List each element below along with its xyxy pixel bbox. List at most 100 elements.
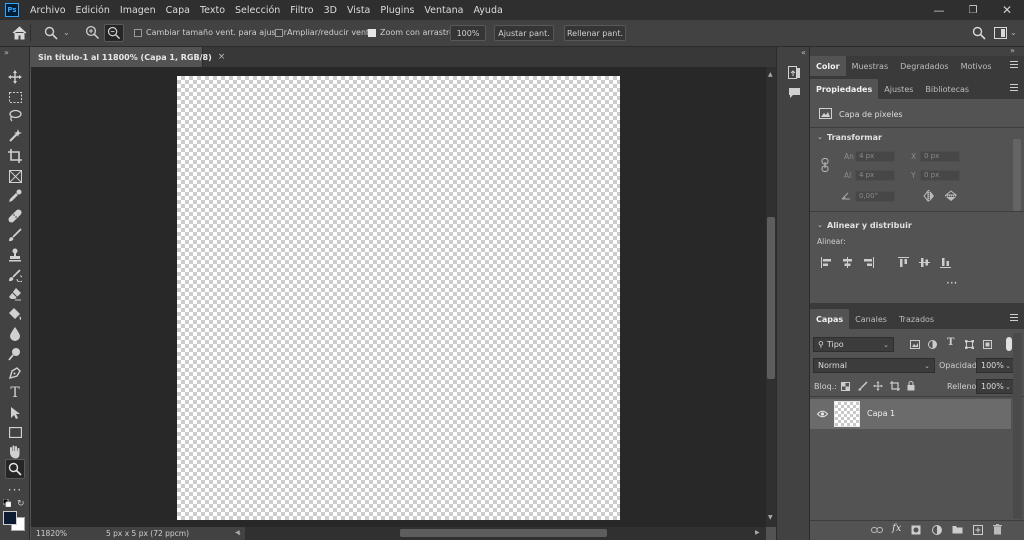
menu-vista[interactable]: Vista bbox=[342, 5, 375, 16]
foreground-color-swatch[interactable] bbox=[3, 511, 17, 525]
menu-edicion[interactable]: Edición bbox=[71, 5, 115, 16]
scrubby-zoom-checkbox[interactable] bbox=[368, 29, 376, 37]
minimize-window-button[interactable]: — bbox=[922, 0, 956, 20]
scroll-up-icon[interactable]: ▲ bbox=[768, 71, 773, 78]
align-bottom-icon[interactable] bbox=[940, 257, 951, 268]
angle-field[interactable]: 0,00° bbox=[855, 191, 895, 202]
blur-tool-icon[interactable] bbox=[5, 325, 25, 343]
flip-vertical-icon[interactable] bbox=[945, 190, 957, 202]
menu-ayuda[interactable]: Ayuda bbox=[468, 5, 507, 16]
align-center-vertical-icon[interactable] bbox=[919, 257, 930, 268]
layer-name[interactable]: Capa 1 bbox=[867, 409, 895, 418]
filter-type-icon[interactable]: T bbox=[947, 337, 954, 348]
menu-filtro[interactable]: Filtro bbox=[285, 5, 318, 16]
chevron-down-icon[interactable]: ⌄ bbox=[817, 221, 823, 229]
eyedropper-tool-icon[interactable] bbox=[5, 187, 25, 205]
default-colors-icon[interactable] bbox=[3, 499, 11, 507]
menu-capa[interactable]: Capa bbox=[161, 5, 195, 16]
tab-libraries[interactable]: Bibliotecas bbox=[919, 79, 975, 99]
lasso-tool-icon[interactable] bbox=[5, 107, 25, 125]
dodge-tool-icon[interactable] bbox=[5, 345, 25, 363]
fill-screen-button[interactable]: Rellenar pant. bbox=[564, 25, 626, 41]
zoom-out-button[interactable] bbox=[104, 24, 124, 42]
tab-adjustments[interactable]: Ajustes bbox=[878, 79, 919, 99]
more-tools-icon[interactable]: ··· bbox=[5, 481, 25, 499]
layers-menu-icon[interactable] bbox=[1010, 314, 1018, 323]
scroll-down-icon[interactable]: ▼ bbox=[768, 514, 773, 521]
paint-bucket-tool-icon[interactable] bbox=[5, 305, 25, 323]
more-options-icon[interactable]: ··· bbox=[946, 276, 957, 290]
healing-brush-tool-icon[interactable] bbox=[5, 207, 25, 225]
dock-collapse-icon[interactable]: » bbox=[1010, 46, 1015, 55]
align-left-icon[interactable] bbox=[821, 257, 832, 268]
frame-tool-icon[interactable] bbox=[5, 167, 25, 185]
menu-plugins[interactable]: Plugins bbox=[375, 5, 419, 16]
zoom-in-button[interactable] bbox=[85, 25, 100, 40]
workspace-chevron-icon[interactable]: ⌄ bbox=[1010, 28, 1017, 37]
properties-scroll-thumb[interactable] bbox=[1013, 139, 1021, 211]
tab-channels[interactable]: Canales bbox=[849, 309, 893, 329]
close-window-button[interactable]: ✕ bbox=[990, 0, 1024, 20]
new-group-icon[interactable] bbox=[952, 525, 963, 534]
lock-all-icon[interactable] bbox=[907, 381, 915, 391]
width-field[interactable]: 4 px bbox=[855, 151, 895, 162]
layer-thumbnail[interactable] bbox=[834, 401, 860, 427]
eye-visibility-icon[interactable] bbox=[817, 410, 828, 418]
lock-transparent-icon[interactable] bbox=[841, 382, 850, 391]
marquee-tool-icon[interactable] bbox=[5, 88, 25, 106]
resize-windows-checkbox[interactable] bbox=[134, 29, 142, 37]
chevron-down-icon[interactable]: ⌄ bbox=[63, 28, 70, 37]
tab-properties[interactable]: Propiedades bbox=[810, 79, 879, 99]
align-right-icon[interactable] bbox=[863, 257, 874, 268]
menu-3d[interactable]: 3D bbox=[319, 5, 342, 16]
horizontal-scroll-thumb[interactable] bbox=[400, 529, 607, 537]
brush-tool-icon[interactable] bbox=[5, 226, 25, 244]
fill-field[interactable]: 100% ⌄ bbox=[976, 379, 1016, 394]
zoom-tool-icon[interactable] bbox=[5, 459, 25, 479]
history-panel-icon[interactable] bbox=[788, 66, 801, 80]
lock-position-icon[interactable] bbox=[873, 381, 883, 391]
menu-imagen[interactable]: Imagen bbox=[115, 5, 161, 16]
link-layers-icon[interactable] bbox=[871, 526, 883, 534]
menu-archivo[interactable]: Archivo bbox=[25, 5, 71, 16]
pen-tool-icon[interactable] bbox=[5, 364, 25, 382]
panel-menu-icon[interactable] bbox=[1010, 61, 1018, 70]
scroll-right-icon[interactable]: ▶ bbox=[755, 529, 760, 536]
zoom-all-windows-checkbox[interactable] bbox=[275, 29, 283, 37]
zoom-tool-preset-icon[interactable] bbox=[44, 26, 58, 40]
y-field[interactable]: 0 px bbox=[920, 170, 960, 181]
filter-pixel-icon[interactable] bbox=[910, 340, 920, 349]
scroll-left-icon[interactable]: ◀ bbox=[235, 529, 240, 536]
link-icon[interactable] bbox=[821, 158, 829, 172]
eraser-tool-icon[interactable] bbox=[5, 285, 25, 303]
photoshop-logo-icon[interactable]: Ps bbox=[5, 3, 19, 17]
zoom-level[interactable]: 11820% bbox=[36, 529, 106, 538]
history-brush-tool-icon[interactable] bbox=[5, 266, 25, 284]
filter-shape-icon[interactable] bbox=[965, 340, 974, 349]
tab-color[interactable]: Color bbox=[810, 56, 846, 76]
type-tool-icon[interactable]: T bbox=[5, 384, 25, 402]
vertical-scrollbar[interactable]: ▲ ▼ bbox=[766, 67, 776, 527]
vertical-scroll-thumb[interactable] bbox=[767, 217, 775, 379]
tab-swatches[interactable]: Muestras bbox=[846, 56, 895, 76]
rectangle-tool-icon[interactable] bbox=[5, 423, 25, 441]
properties-menu-icon[interactable] bbox=[1010, 84, 1018, 93]
delete-layer-icon[interactable] bbox=[993, 524, 1002, 535]
layers-scrollbar[interactable] bbox=[1013, 333, 1022, 519]
chevron-down-icon[interactable]: ⌄ bbox=[817, 133, 823, 141]
collapse-arrows-icon[interactable]: » bbox=[4, 48, 9, 57]
workspace-icon[interactable] bbox=[994, 27, 1007, 39]
new-adjustment-layer-icon[interactable] bbox=[932, 525, 942, 535]
tab-patterns[interactable]: Motivos bbox=[955, 56, 998, 76]
path-selection-tool-icon[interactable] bbox=[5, 404, 25, 422]
layer-row[interactable]: Capa 1 bbox=[810, 399, 1011, 429]
expand-panels-icon[interactable]: « bbox=[801, 48, 806, 57]
comments-panel-icon[interactable] bbox=[788, 87, 801, 99]
menu-ventana[interactable]: Ventana bbox=[419, 5, 468, 16]
tab-layers[interactable]: Capas bbox=[810, 309, 850, 329]
home-icon[interactable] bbox=[12, 26, 27, 40]
filter-adjustment-icon[interactable] bbox=[928, 340, 937, 349]
transparent-canvas[interactable] bbox=[177, 76, 620, 520]
swap-colors-icon[interactable]: ↻ bbox=[17, 499, 25, 509]
add-mask-icon[interactable] bbox=[911, 525, 921, 535]
